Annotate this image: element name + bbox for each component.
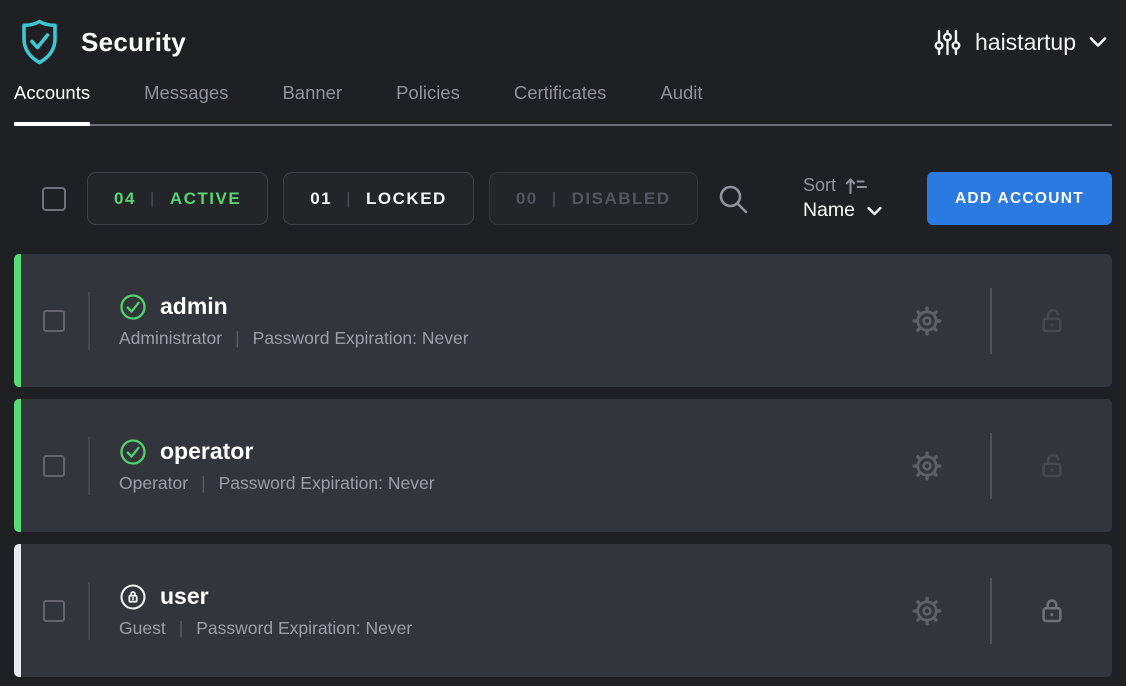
account-role: Guest [119,618,166,639]
filter-count: 01 [310,189,332,209]
tab-label: Audit [660,82,702,103]
subtitle-divider: | [201,473,206,494]
chevron-down-icon [1088,35,1108,49]
tab-bar: Accounts Messages Banner Policies Certif… [0,72,1126,126]
password-expiration: Password Expiration: Never [253,328,469,349]
account-row-user: user Guest | Password Expiration: Never [14,544,1112,677]
tab-messages[interactable]: Messages [144,82,228,126]
brand: Security [18,18,186,66]
toolbar: 04 | ACTIVE 01 | LOCKED 00 | DISABLED So… [0,172,1126,225]
tab-label: Policies [396,82,460,103]
sliders-icon [932,28,963,57]
locked-status-icon [119,583,147,611]
actions-divider [990,288,992,354]
filter-locked-button[interactable]: 01 | LOCKED [283,172,474,225]
filter-active-button[interactable]: 04 | ACTIVE [87,172,268,225]
sort-dropdown[interactable]: Sort Name [803,175,883,222]
account-name: admin [160,293,228,320]
row-checkbox[interactable] [43,310,65,332]
filter-count: 04 [114,189,136,209]
sort-value: Name [803,199,855,222]
filter-divider: | [552,189,558,209]
settings-button[interactable] [909,448,945,484]
tab-policies[interactable]: Policies [396,82,460,126]
active-status-icon [119,293,147,321]
tab-label: Accounts [14,82,90,103]
filter-disabled-button[interactable]: 00 | DISABLED [489,172,698,225]
row-divider [88,437,90,495]
actions-divider [990,433,992,499]
row-divider [88,292,90,350]
account-name: operator [160,438,253,465]
tab-label: Banner [282,82,342,103]
account-name: user [160,583,209,610]
tab-label: Certificates [514,82,607,103]
account-role: Operator [119,473,188,494]
filter-label: LOCKED [366,189,447,209]
filter-label: DISABLED [572,189,671,209]
page-title: Security [81,27,186,58]
actions-divider [990,578,992,644]
account-row-operator: operator Operator | Password Expiration:… [14,399,1112,532]
security-shield-icon [18,18,61,66]
chevron-down-icon [866,205,883,217]
add-account-button[interactable]: ADD ACCOUNT [927,172,1112,225]
search-button[interactable] [715,181,751,217]
settings-button[interactable] [909,303,945,339]
header: Security haistartup [0,0,1126,72]
row-divider [88,582,90,640]
sort-label: Sort [803,175,836,196]
lock-toggle-button[interactable] [1037,450,1068,481]
settings-button[interactable] [909,593,945,629]
account-row-admin: admin Administrator | Password Expiratio… [14,254,1112,387]
row-checkbox[interactable] [43,600,65,622]
tab-audit[interactable]: Audit [660,82,702,126]
filter-divider: | [346,189,352,209]
select-all-checkbox[interactable] [42,187,66,211]
account-menu[interactable]: haistartup [932,28,1108,57]
password-expiration: Password Expiration: Never [196,618,412,639]
subtitle-divider: | [235,328,240,349]
sort-order-icon [845,176,868,196]
active-status-icon [119,438,147,466]
tab-banner[interactable]: Banner [282,82,342,126]
filter-label: ACTIVE [170,189,241,209]
lock-toggle-button[interactable] [1037,305,1068,336]
tab-certificates[interactable]: Certificates [514,82,607,126]
row-checkbox[interactable] [43,455,65,477]
lock-toggle-button[interactable] [1037,595,1068,626]
account-list: admin Administrator | Password Expiratio… [0,254,1126,677]
account-role: Administrator [119,328,222,349]
tab-label: Messages [144,82,228,103]
filter-count: 00 [516,189,538,209]
subtitle-divider: | [179,618,184,639]
account-menu-label: haistartup [975,29,1076,56]
filter-divider: | [150,189,156,209]
password-expiration: Password Expiration: Never [219,473,435,494]
tab-accounts[interactable]: Accounts [14,82,90,126]
